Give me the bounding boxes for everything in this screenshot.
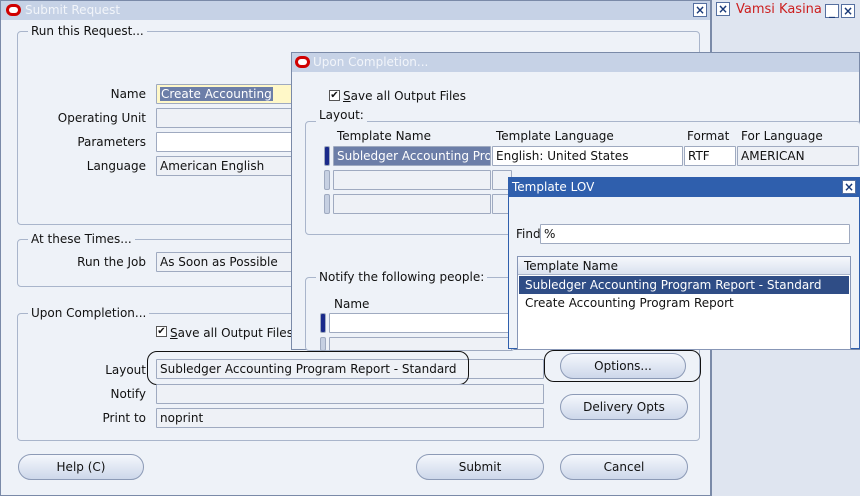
oracle-logo-icon <box>6 4 21 16</box>
lov-item[interactable]: Create Accounting Program Report <box>519 294 849 312</box>
notify-field[interactable] <box>156 384 544 404</box>
lov-title: Template LOV <box>512 180 595 194</box>
completion-legend: Upon Completion... <box>28 306 150 320</box>
operating-unit-field[interactable] <box>156 108 296 128</box>
close-icon[interactable]: × <box>841 4 855 18</box>
oracle-logo-icon <box>295 56 310 68</box>
lov-column-header: Template Name <box>518 257 850 275</box>
run-job-field[interactable]: As Soon as Possible <box>156 252 296 272</box>
parameters-label: Parameters <box>77 135 146 149</box>
print-to-field[interactable]: noprint <box>156 408 544 428</box>
for-language-cell[interactable]: AMERICAN <box>737 146 859 166</box>
notify-name-cell[interactable] <box>329 313 512 333</box>
column-name: Name <box>334 297 370 311</box>
lov-result-list: Template Name Subledger Accounting Progr… <box>517 256 851 350</box>
save-output-label: Save all Output Files <box>170 326 293 340</box>
row-marker[interactable] <box>320 313 326 333</box>
help-button[interactable]: Help (C) <box>18 454 144 480</box>
layout-legend: Layout: <box>316 108 367 122</box>
print-to-label: Print to <box>102 411 146 425</box>
find-label: Find <box>516 227 541 241</box>
upon-completion-titlebar: Upon Completion... <box>292 53 859 72</box>
row-marker[interactable] <box>324 170 330 190</box>
column-format: Format <box>687 129 730 143</box>
lov-titlebar: Template LOV × <box>509 178 859 197</box>
name-field[interactable]: Create Accounting <box>156 84 296 104</box>
times-legend: At these Times... <box>28 232 135 246</box>
parameters-field[interactable] <box>156 132 296 152</box>
save-output-checkbox[interactable]: ✔ <box>329 90 340 101</box>
row-marker[interactable] <box>324 146 330 166</box>
close-icon[interactable]: × <box>693 3 707 17</box>
window-title: Upon Completion... <box>313 55 429 69</box>
template-lov-window: Template LOV × Find % Template Name Subl… <box>508 177 860 350</box>
save-output-label: Save all Output Files <box>343 89 466 103</box>
language-label: Language <box>86 159 146 173</box>
save-output-checkbox[interactable]: ✔ <box>156 326 167 337</box>
column-template-name: Template Name <box>337 129 431 143</box>
notify-label: Notify <box>110 387 146 401</box>
template-name-cell[interactable] <box>333 170 491 190</box>
template-name-cell[interactable] <box>333 194 491 214</box>
format-cell[interactable]: RTF <box>684 146 736 166</box>
row-marker[interactable] <box>320 337 326 351</box>
column-for-language: For Language <box>741 129 823 143</box>
close-icon[interactable]: × <box>842 180 856 194</box>
window-title: Submit Request <box>25 3 121 17</box>
name-value: Create Accounting <box>160 87 273 101</box>
template-name-cell[interactable]: Subledger Accounting Program Report - St… <box>333 146 491 166</box>
row-marker[interactable] <box>324 194 330 214</box>
template-language-cell[interactable]: English: United States <box>492 146 683 166</box>
notify-legend: Notify the following people: <box>316 270 488 284</box>
run-request-legend: Run this Request... <box>28 24 147 38</box>
user-name: Vamsi Kasina <box>736 2 822 17</box>
minimize-icon[interactable]: _ <box>825 4 839 18</box>
delivery-opts-button[interactable]: Delivery Opts <box>560 394 688 420</box>
options-highlight <box>544 350 701 382</box>
submit-button[interactable]: Submit <box>416 454 544 480</box>
notify-name-cell[interactable] <box>329 337 512 351</box>
run-job-label: Run the Job <box>77 255 146 269</box>
layout-label: Layout <box>105 363 146 377</box>
language-field[interactable]: American English <box>156 156 296 176</box>
submit-request-titlebar: Submit Request × <box>1 1 710 20</box>
cancel-button[interactable]: Cancel <box>560 454 688 480</box>
column-template-language: Template Language <box>496 129 614 143</box>
name-label: Name <box>110 87 146 101</box>
lov-item[interactable]: Subledger Accounting Program Report - St… <box>519 276 849 294</box>
close-icon[interactable]: × <box>716 2 730 16</box>
find-input[interactable]: % <box>540 224 850 244</box>
operating-unit-label: Operating Unit <box>57 111 146 125</box>
layout-highlight <box>147 351 469 385</box>
